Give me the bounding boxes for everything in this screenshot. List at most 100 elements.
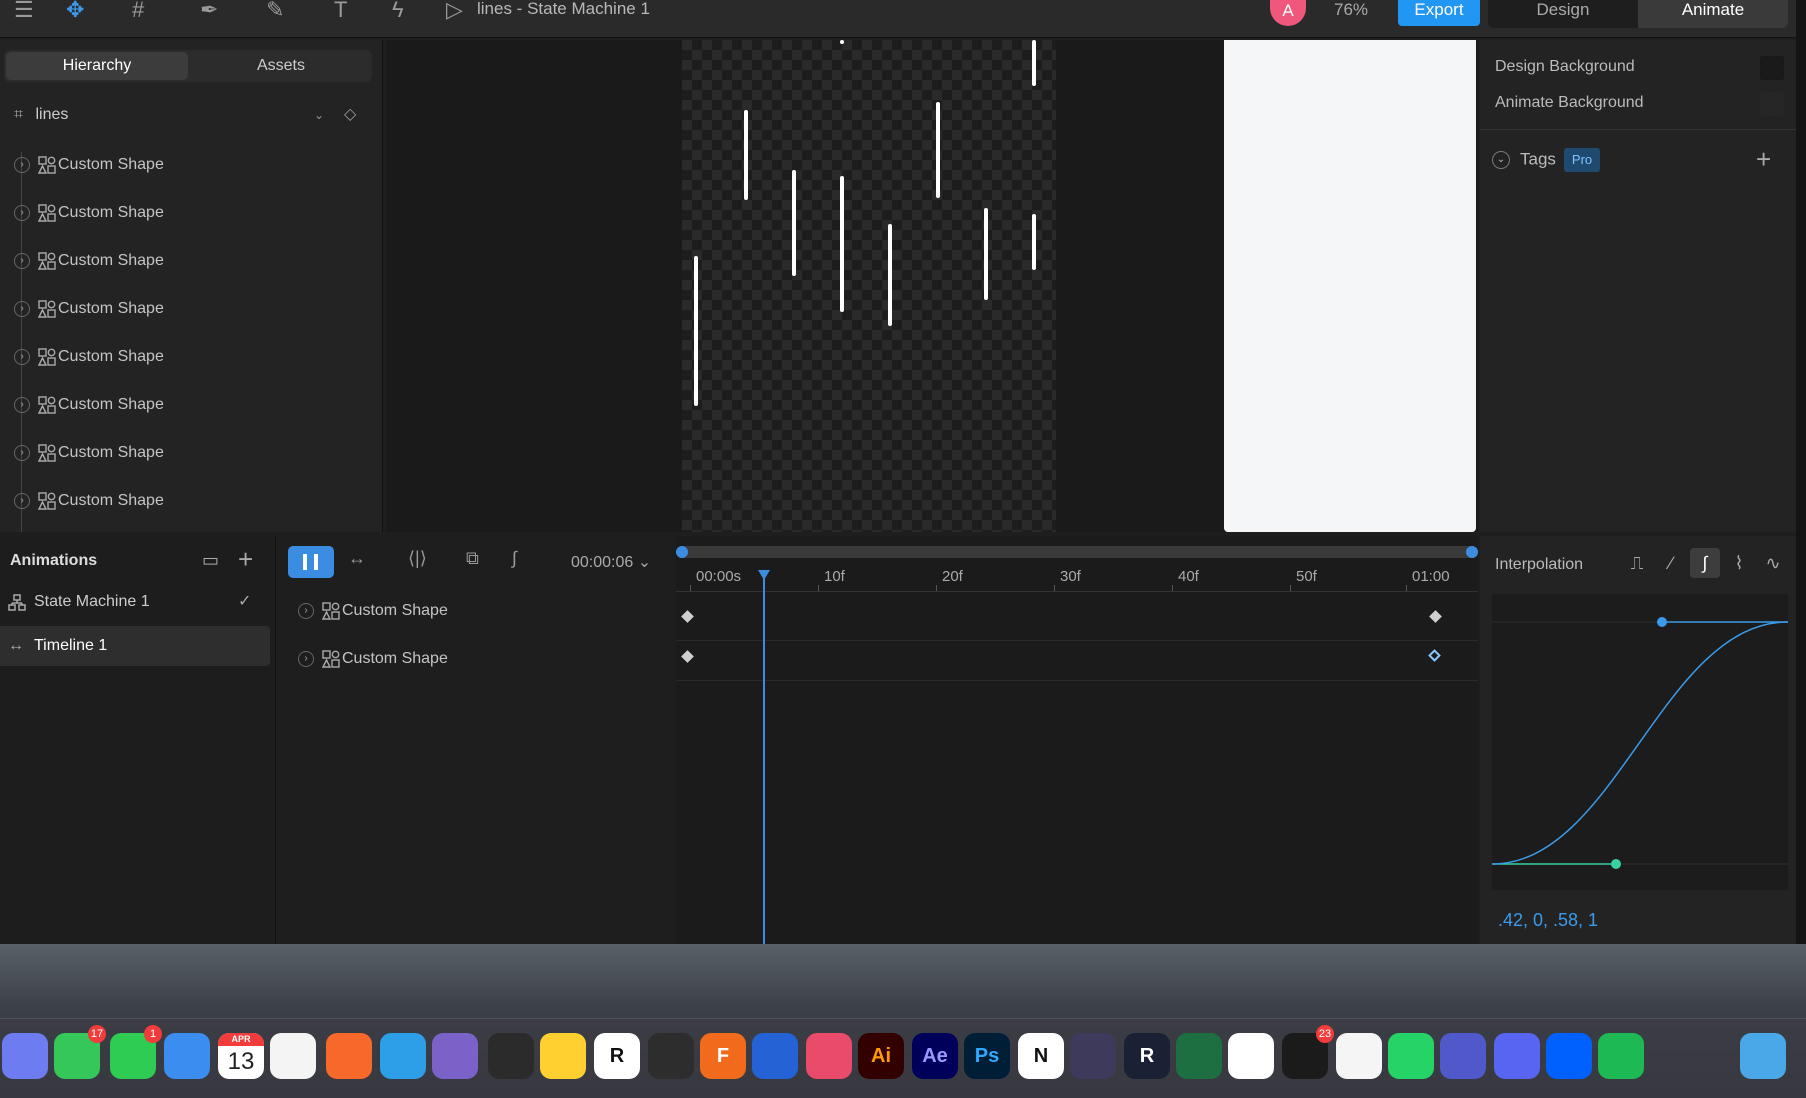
expand-icon[interactable]: › — [298, 603, 314, 619]
blender-icon[interactable] — [648, 1033, 694, 1079]
export-button[interactable]: Export — [1398, 0, 1480, 26]
bolt-icon[interactable]: ϟ — [392, 0, 404, 22]
expand-icon[interactable]: › — [14, 205, 30, 221]
animate-mode-tab[interactable]: Animate — [1638, 0, 1788, 28]
expand-icon[interactable]: › — [14, 253, 30, 269]
tab-assets[interactable]: Assets — [190, 52, 372, 80]
dropbox-icon[interactable] — [1546, 1033, 1592, 1079]
after-effects-icon[interactable]: Ae — [912, 1033, 958, 1079]
mail-icon[interactable] — [164, 1033, 210, 1079]
hold-ease-icon[interactable]: ⎍ — [1622, 548, 1652, 578]
animate-background-swatch[interactable] — [1760, 92, 1784, 116]
timeline-area[interactable]: 00:00s 10f 20f 30f 40f 50f 01:00 — [676, 536, 1478, 944]
layer-row[interactable]: › Custom Shape — [14, 344, 354, 370]
layer-row[interactable]: › Custom Shape — [14, 200, 354, 226]
chevron-down-icon[interactable]: ⌄ — [314, 102, 324, 128]
line-shape[interactable] — [792, 170, 796, 276]
layer-row[interactable]: › Custom Shape — [14, 440, 354, 466]
obsidian-icon[interactable] — [1070, 1033, 1116, 1079]
pocket-icon[interactable] — [1336, 1033, 1382, 1079]
direction-icon[interactable]: ⟨|⟩ — [408, 548, 427, 569]
teams-icon[interactable] — [1440, 1033, 1486, 1079]
whatsapp-icon[interactable] — [1388, 1033, 1434, 1079]
fus-icon[interactable]: F — [700, 1033, 746, 1079]
animation-item-timeline[interactable]: ↔ Timeline 1 — [0, 626, 270, 666]
tab-hierarchy[interactable]: Hierarchy — [6, 52, 188, 80]
facetime-icon[interactable]: 1 — [110, 1025, 162, 1079]
tasks-icon[interactable]: 23 — [1282, 1025, 1334, 1079]
excel-icon[interactable] — [1176, 1033, 1222, 1079]
expand-icon[interactable]: › — [14, 445, 30, 461]
layer-row[interactable]: › Custom Shape — [14, 248, 354, 274]
timeline-layer-row[interactable]: › Custom Shape — [298, 646, 658, 672]
vscode-icon[interactable] — [380, 1033, 426, 1079]
file-title[interactable]: lines - State Machine 1 — [477, 0, 650, 18]
line-shape[interactable] — [840, 40, 844, 44]
photoshop-icon[interactable]: Ps — [964, 1033, 1010, 1079]
line-shape[interactable] — [1032, 214, 1036, 270]
tick-icon[interactable] — [1228, 1033, 1274, 1079]
spotify-icon[interactable] — [1598, 1033, 1644, 1079]
keyframe[interactable] — [681, 610, 694, 623]
easing-icon[interactable]: ∫ — [512, 548, 517, 569]
linear-ease-icon[interactable]: ∕ — [1656, 548, 1686, 578]
design-mode-tab[interactable]: Design — [1488, 0, 1638, 28]
layer-row[interactable]: › Custom Shape — [14, 392, 354, 418]
line-shape[interactable] — [694, 256, 698, 406]
r-icon[interactable]: R — [1124, 1033, 1170, 1079]
stage-canvas[interactable] — [386, 40, 1478, 532]
expand-icon[interactable]: › — [298, 651, 314, 667]
chevron-down-icon[interactable]: ⌄ — [1492, 151, 1510, 169]
line-shape[interactable] — [984, 208, 988, 300]
pen-tool-icon[interactable]: ✒ — [200, 0, 218, 22]
animation-item-state-machine[interactable]: State Machine 1 ✓ — [0, 582, 270, 622]
easing-curve[interactable] — [1491, 594, 1789, 890]
expand-icon[interactable]: › — [14, 397, 30, 413]
line-shape[interactable] — [936, 102, 940, 198]
timeline-range-bar[interactable] — [676, 546, 1478, 558]
creative-cloud-icon[interactable] — [806, 1033, 852, 1079]
artboard-row[interactable]: ⌗ lines ⌄ ◇ — [14, 102, 364, 128]
line-shape[interactable] — [1032, 40, 1036, 86]
messages-icon[interactable]: 17 — [54, 1025, 106, 1079]
add-tag-icon[interactable]: + — [1756, 144, 1771, 175]
downloads-folder-icon[interactable] — [1740, 1033, 1786, 1079]
brush-tool-icon[interactable]: ✎ — [266, 0, 284, 22]
layer-row[interactable]: › Custom Shape — [14, 296, 354, 322]
folder-icon[interactable]: ▭ — [202, 550, 219, 571]
avatar[interactable]: A — [1270, 0, 1306, 26]
figma-icon[interactable] — [488, 1033, 534, 1079]
custom-ease-icon[interactable]: ⌇ — [1724, 548, 1754, 578]
notion-icon[interactable]: N — [1018, 1033, 1064, 1079]
playhead[interactable] — [763, 570, 765, 944]
keyframe[interactable] — [681, 650, 694, 663]
line-shape[interactable] — [840, 176, 844, 312]
play-preview-icon[interactable]: ▷ — [446, 0, 463, 22]
second-artboard[interactable] — [1224, 40, 1476, 532]
zoom-level[interactable]: 76% — [1334, 0, 1368, 20]
timecode[interactable]: 00:00:06 ⌄ — [571, 552, 651, 572]
expand-icon[interactable]: › — [14, 301, 30, 317]
github-icon[interactable] — [432, 1033, 478, 1079]
cubic-values[interactable]: .42, 0, .58, 1 — [1498, 910, 1598, 931]
add-animation-icon[interactable]: + — [238, 544, 253, 575]
calendar-icon[interactable]: APR 13 — [218, 1033, 264, 1079]
reminders-icon[interactable] — [270, 1033, 316, 1079]
keyframe-selected[interactable] — [1428, 649, 1441, 662]
range-start-handle[interactable] — [676, 546, 688, 558]
firefox-icon[interactable] — [326, 1033, 372, 1079]
timeline-layer-row[interactable]: › Custom Shape — [298, 598, 658, 624]
miro-icon[interactable] — [540, 1033, 586, 1079]
snap-icon[interactable]: ⧉ — [466, 548, 479, 569]
artboard-lines[interactable] — [682, 40, 1056, 532]
line-shape[interactable] — [888, 224, 892, 326]
design-background-swatch[interactable] — [1760, 56, 1784, 80]
elastic-ease-icon[interactable]: ∿ — [1758, 548, 1788, 578]
expand-icon[interactable]: › — [14, 157, 30, 173]
tags-row[interactable]: ⌄ Tags Pro — [1492, 148, 1601, 172]
pause-button[interactable] — [288, 546, 334, 578]
time-ruler[interactable]: 00:00s 10f 20f 30f 40f 50f 01:00 — [676, 566, 1478, 592]
cubic-ease-icon[interactable]: ∫ — [1690, 548, 1720, 578]
rive-icon[interactable]: R — [594, 1033, 640, 1079]
c-icon[interactable] — [752, 1033, 798, 1079]
